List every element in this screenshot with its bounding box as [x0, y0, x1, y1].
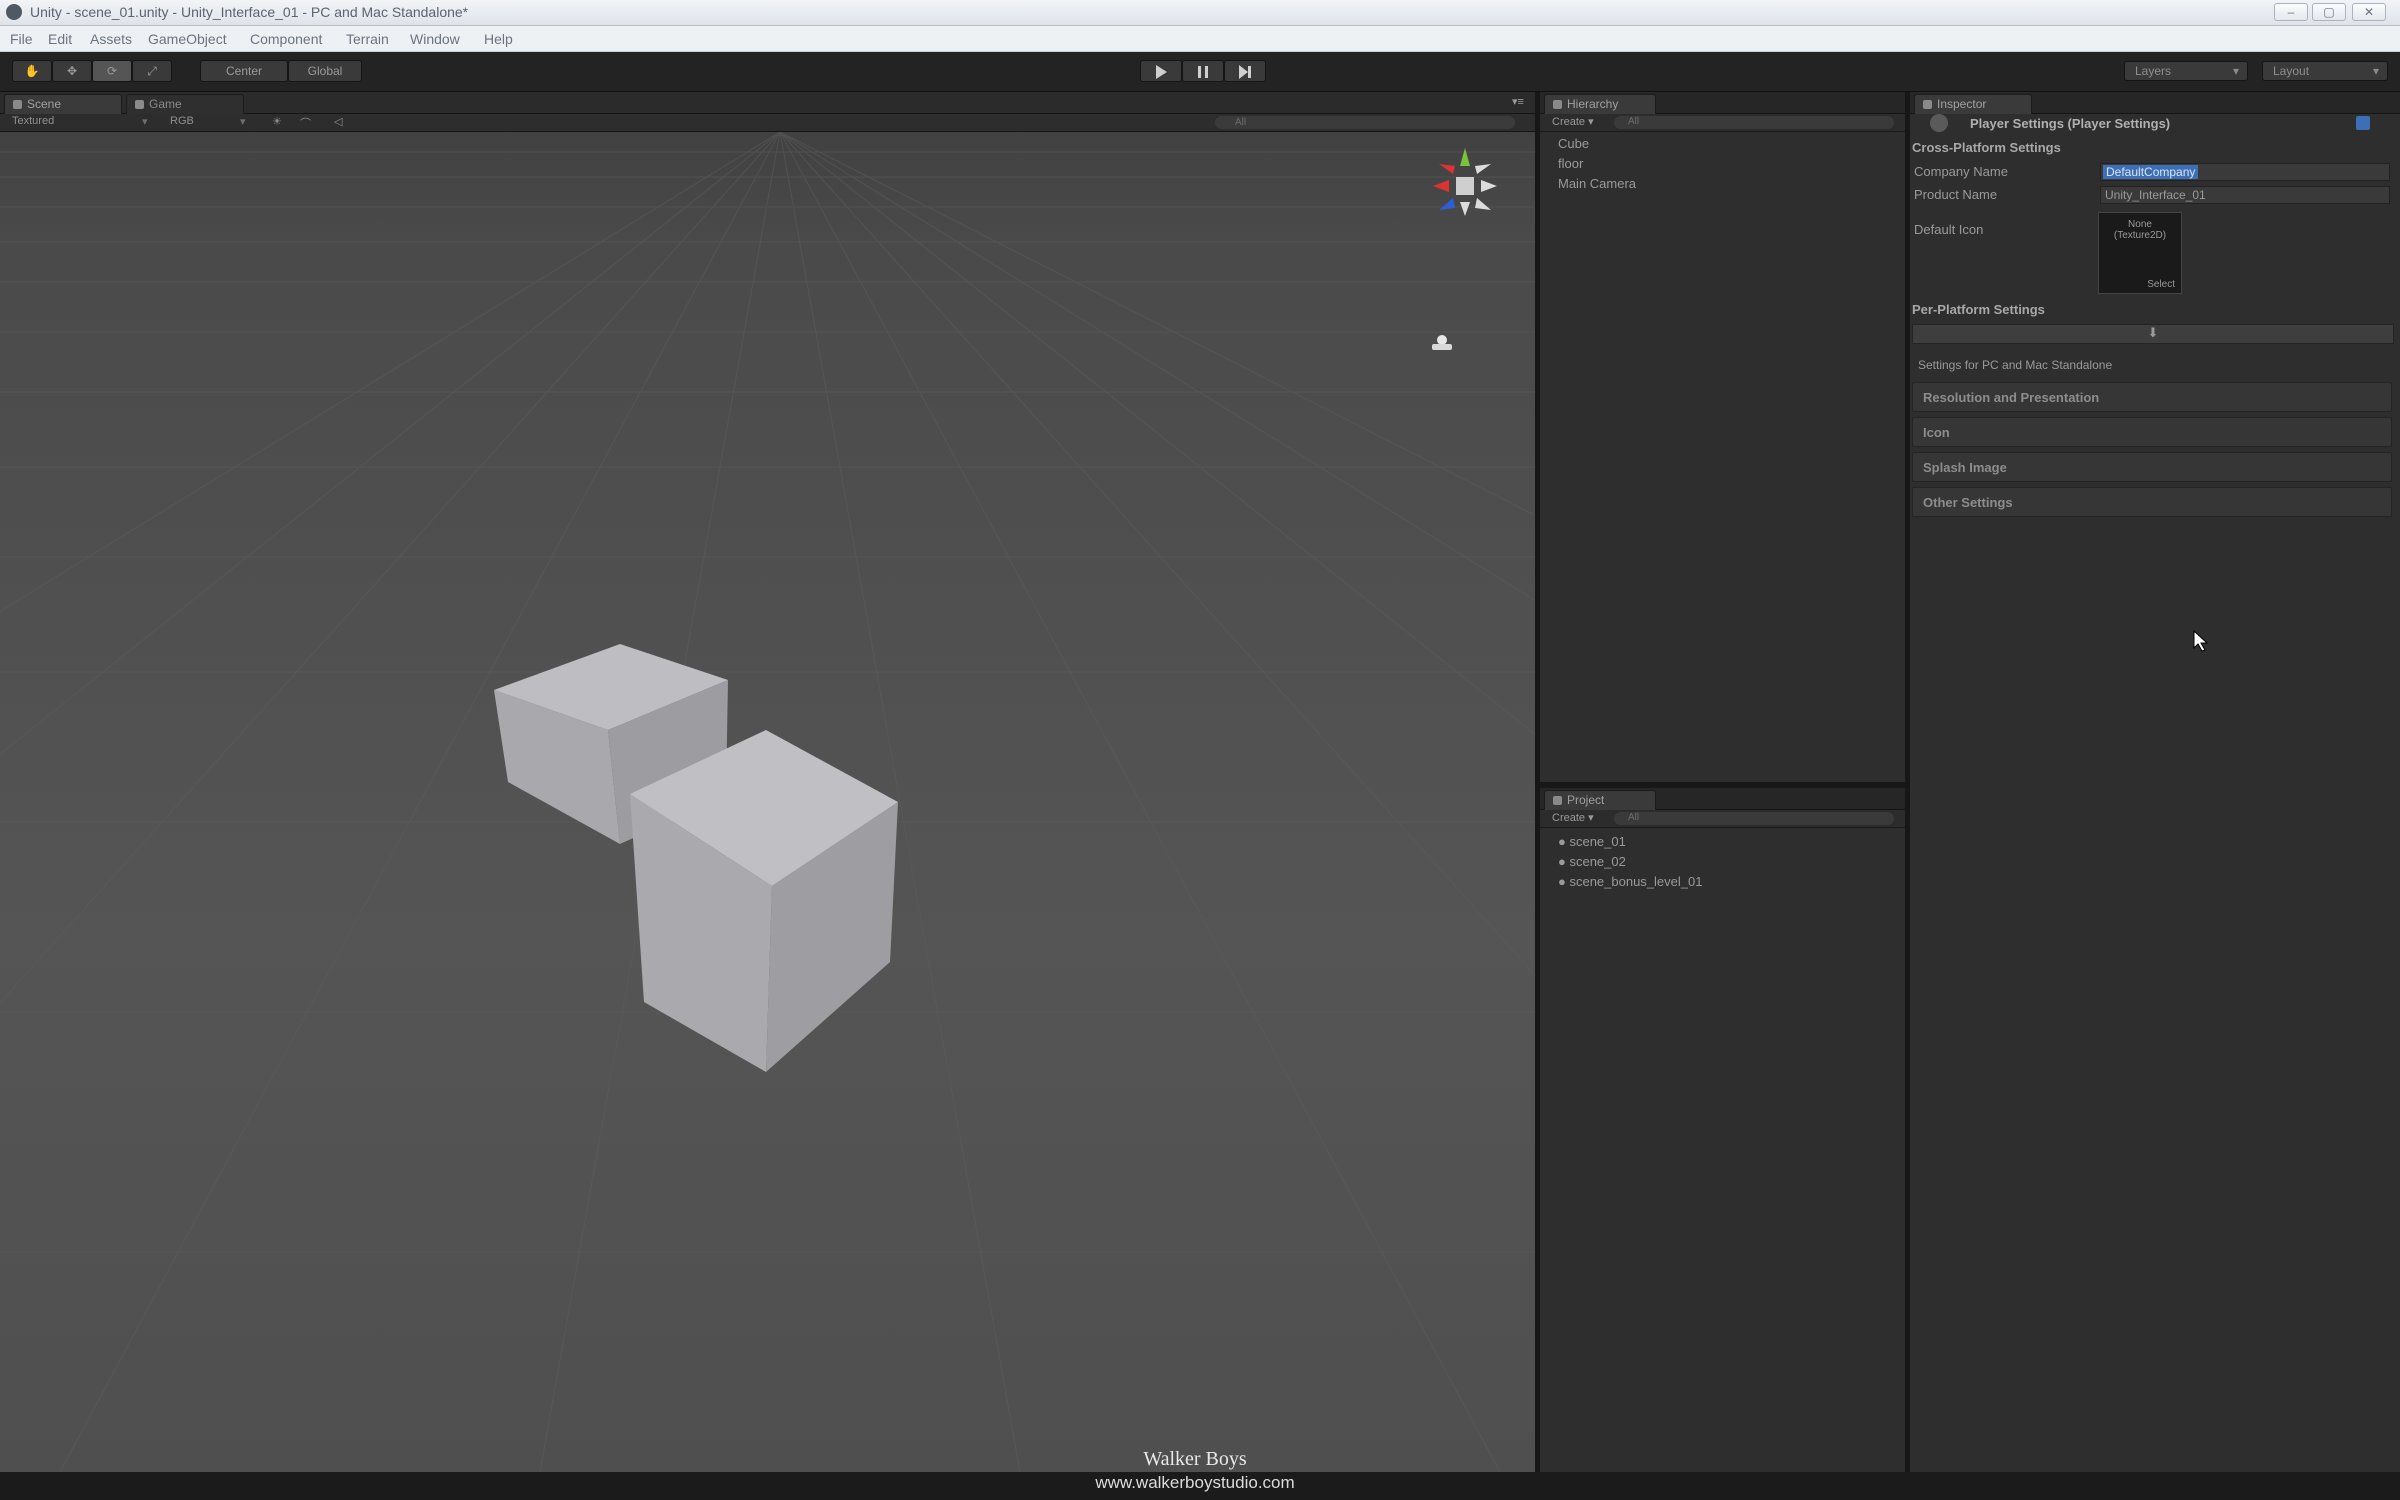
platform-note: Settings for PC and Mac Standalone — [1918, 358, 2113, 372]
effects-toggle[interactable]: ⌒ — [300, 115, 311, 131]
panel-menu-icon[interactable]: ▾≡ — [1512, 95, 1524, 108]
play-icon — [1156, 65, 1167, 79]
hierarchy-item-cube[interactable]: Cube — [1558, 136, 1589, 151]
project-panel: Project Create ▾ All ● scene_01 ● scene_… — [1540, 788, 1905, 1472]
inspector-panel: Inspector — [1910, 92, 2400, 1472]
layers-dropdown[interactable]: Layers — [2124, 61, 2248, 81]
hierarchy-item-main-camera[interactable]: Main Camera — [1558, 176, 1636, 191]
menu-window[interactable]: Window — [410, 31, 460, 47]
default-icon-slot[interactable]: None (Texture2D) Select — [2098, 212, 2182, 294]
move-tool-button[interactable]: ✥ — [52, 60, 92, 82]
product-name-field[interactable]: Unity_Interface_01 — [2100, 186, 2390, 204]
settings-gear-icon — [1930, 114, 1948, 132]
play-button[interactable] — [1140, 60, 1182, 82]
project-create-button[interactable]: Create ▾ — [1552, 811, 1594, 824]
unity-logo-icon — [6, 4, 22, 20]
minimize-button[interactable]: – — [2274, 3, 2308, 21]
watermark-brand: Walker Boys — [1143, 1448, 1247, 1470]
title-bar: Unity - scene_01.unity - Unity_Interface… — [0, 0, 2400, 26]
space-toggle-button[interactable]: Global — [288, 60, 362, 82]
hierarchy-icon — [1553, 100, 1562, 109]
inspector-icon — [1923, 100, 1932, 109]
company-name-label: Company Name — [1914, 164, 2008, 179]
tab-game[interactable]: Game — [126, 94, 244, 114]
tab-scene[interactable]: Scene — [4, 94, 122, 114]
tab-inspector[interactable]: Inspector — [1914, 94, 2032, 114]
cube-objects[interactable] — [480, 582, 920, 1082]
color-mode-dropdown[interactable]: RGB — [170, 115, 194, 127]
inspector-header: Player Settings (Player Settings) — [1970, 116, 2171, 131]
section-splash-image[interactable]: Splash Image — [1912, 452, 2392, 482]
audio-toggle[interactable]: ◁ — [334, 115, 342, 128]
project-icon — [1553, 796, 1562, 805]
menu-edit[interactable]: Edit — [48, 31, 72, 47]
project-tab-bar: Project — [1540, 788, 1905, 810]
menu-assets[interactable]: Assets — [90, 31, 132, 47]
scene-icon — [13, 100, 22, 109]
pivot-toggle-button[interactable]: Center — [200, 60, 288, 82]
menu-bar: File Edit Assets GameObject Component Te… — [0, 26, 2400, 52]
cube-right[interactable] — [630, 730, 898, 1072]
tab-project-label: Project — [1567, 793, 1605, 807]
project-toolbar: Create ▾ All — [1540, 810, 1905, 828]
project-item-scene-bonus[interactable]: ● scene_bonus_level_01 — [1558, 874, 1702, 889]
hierarchy-search-input[interactable]: All — [1614, 116, 1894, 129]
help-icon[interactable] — [2356, 116, 2370, 130]
tab-hierarchy[interactable]: Hierarchy — [1544, 94, 1656, 114]
section-icon[interactable]: Icon — [1912, 417, 2392, 447]
lighting-toggle[interactable]: ☀ — [272, 115, 282, 128]
watermark-url: www.walkerboystudio.com — [1095, 1473, 1295, 1492]
hierarchy-panel: Hierarchy Create ▾ All Cube floor Main C… — [1540, 92, 1905, 782]
scale-tool-button[interactable]: ⤢ — [132, 60, 172, 82]
maximize-button[interactable]: ▢ — [2312, 3, 2346, 21]
menu-gameobject[interactable]: GameObject — [148, 31, 227, 47]
default-icon-label: Default Icon — [1914, 222, 1984, 237]
inspector-tab-bar: Inspector — [1910, 92, 2400, 114]
section-other-settings[interactable]: Other Settings — [1912, 487, 2392, 517]
platform-tab-standalone[interactable]: ⬇ — [1912, 324, 2394, 344]
close-button[interactable]: ✕ — [2352, 3, 2386, 21]
hierarchy-create-button[interactable]: Create ▾ — [1552, 115, 1594, 128]
light-gizmo-icon[interactable] — [1428, 332, 1456, 354]
per-platform-heading: Per-Platform Settings — [1912, 302, 2045, 317]
cross-platform-heading: Cross-Platform Settings — [1912, 140, 2061, 155]
tab-inspector-label: Inspector — [1937, 97, 1987, 111]
tab-project[interactable]: Project — [1544, 790, 1656, 810]
mouse-cursor-icon — [2193, 630, 2209, 652]
section-resolution[interactable]: Resolution and Presentation — [1912, 382, 2392, 412]
product-name-label: Product Name — [1914, 187, 1998, 202]
scene-orientation-gizmo-icon[interactable] — [1425, 144, 1505, 234]
hierarchy-toolbar: Create ▾ All — [1540, 114, 1905, 132]
window-title: Unity - scene_01.unity - Unity_Interface… — [30, 4, 469, 20]
scene-search-input[interactable]: All — [1215, 116, 1515, 129]
scene-tab-bar: Scene Game ▾≡ — [0, 92, 1535, 114]
game-icon — [135, 100, 144, 109]
step-icon — [1239, 65, 1251, 79]
pause-button[interactable] — [1182, 60, 1224, 82]
step-button[interactable] — [1224, 60, 1266, 82]
hand-tool-button[interactable]: ✋ — [12, 60, 52, 82]
project-item-scene-02[interactable]: ● scene_02 — [1558, 854, 1626, 869]
pause-icon — [1198, 66, 1208, 78]
scene-options-bar: Textured ▾ RGB ▾ ☀ ⌒ ◁ All — [0, 114, 1535, 132]
layout-dropdown[interactable]: Layout — [2262, 61, 2388, 81]
scene-viewport[interactable] — [0, 132, 1535, 1472]
hierarchy-tab-bar: Hierarchy — [1540, 92, 1905, 114]
rotate-tool-button[interactable]: ⟳ — [92, 60, 132, 82]
hierarchy-item-floor[interactable]: floor — [1558, 156, 1583, 171]
menu-file[interactable]: File — [10, 31, 33, 47]
render-mode-dropdown[interactable]: Textured — [12, 115, 54, 127]
main-toolbar: ✋ ✥ ⟳ ⤢ Center Global Layers Layout — [0, 52, 2400, 92]
icon-select-button: Select — [2147, 279, 2175, 290]
menu-help[interactable]: Help — [484, 31, 513, 47]
project-search-input[interactable]: All — [1614, 812, 1894, 825]
menu-component[interactable]: Component — [250, 31, 322, 47]
company-name-field[interactable]: DefaultCompany — [2100, 163, 2390, 181]
tab-hierarchy-label: Hierarchy — [1567, 97, 1619, 111]
menu-terrain[interactable]: Terrain — [346, 31, 389, 47]
tab-scene-label: Scene — [27, 97, 62, 111]
tab-game-label: Game — [149, 97, 182, 111]
project-item-scene-01[interactable]: ● scene_01 — [1558, 834, 1626, 849]
